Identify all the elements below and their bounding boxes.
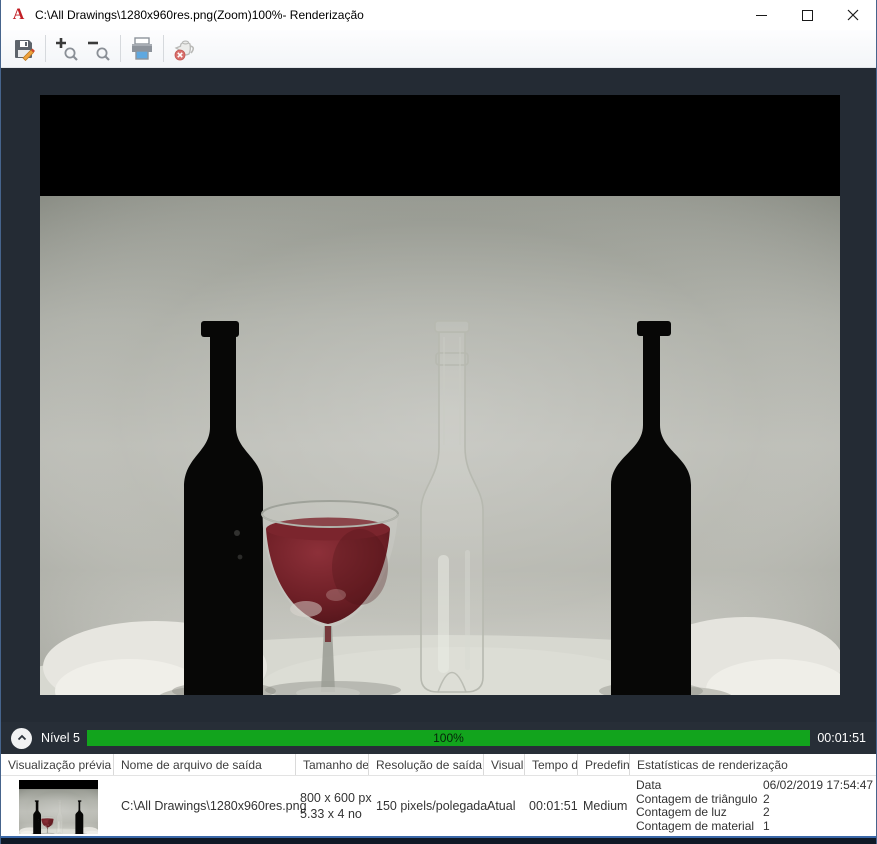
stat-row: Data 06/02/2019 17:54:47 bbox=[636, 778, 876, 793]
render-time-cell: 00:01:51 bbox=[529, 799, 578, 813]
stat-value: 06/02/2019 17:54:47 bbox=[763, 778, 874, 792]
render-thumbnail bbox=[19, 780, 98, 834]
progress-percent-label: 100% bbox=[433, 731, 464, 745]
maximize-icon bbox=[801, 9, 813, 21]
render-window: A C:\All Drawings\1280x960res.png(Zoom)1… bbox=[0, 0, 877, 844]
toolbar-separator bbox=[120, 35, 121, 62]
preview-cell bbox=[1, 776, 114, 836]
teapot-cancel-icon bbox=[174, 40, 195, 60]
stat-row: Contagem de material 1 bbox=[636, 818, 876, 834]
toolbar-separator bbox=[163, 35, 164, 62]
resolution-cell: 150 pixels/polegada bbox=[376, 799, 488, 813]
progress-strip: Nível 5 100% 00:01:51 bbox=[1, 722, 876, 754]
collapse-panel-button[interactable] bbox=[11, 727, 32, 749]
zoom-out-icon bbox=[88, 41, 110, 61]
close-button[interactable] bbox=[830, 0, 876, 30]
size-pixels: 800 x 600 px bbox=[300, 791, 372, 805]
col-header-preset[interactable]: Predefini bbox=[578, 754, 630, 775]
render-viewport[interactable] bbox=[1, 68, 876, 722]
elapsed-time-label: 00:01:51 bbox=[817, 731, 866, 745]
minimize-icon bbox=[755, 14, 767, 16]
zoom-in-button[interactable] bbox=[52, 34, 82, 64]
visual-cell: Atual bbox=[487, 799, 516, 813]
window-title: C:\All Drawings\1280x960res.png(Zoom)100… bbox=[35, 8, 364, 22]
zoom-out-button[interactable] bbox=[84, 34, 114, 64]
title-bar: A C:\All Drawings\1280x960res.png(Zoom)1… bbox=[1, 0, 876, 30]
close-icon bbox=[847, 9, 859, 21]
render-level-label: Nível 5 bbox=[41, 731, 80, 745]
cancel-render-button[interactable] bbox=[170, 34, 200, 64]
col-header-visual[interactable]: Visual bbox=[484, 754, 525, 775]
stat-row: Contagem de luz 2 bbox=[636, 805, 876, 820]
size-units: 5.33 x 4 no bbox=[300, 807, 362, 821]
toolbar-separator bbox=[45, 35, 46, 62]
autocad-app-icon[interactable]: A bbox=[10, 6, 27, 24]
stat-label: Data bbox=[636, 778, 662, 792]
col-header-statistics[interactable]: Estatísticas de renderização bbox=[630, 754, 876, 775]
col-header-filename[interactable]: Nome de arquivo de saída bbox=[114, 754, 296, 775]
col-header-size[interactable]: Tamanho de bbox=[296, 754, 369, 775]
col-header-time[interactable]: Tempo d bbox=[525, 754, 578, 775]
window-bottom-border bbox=[1, 836, 876, 844]
window-controls bbox=[738, 0, 876, 30]
statistics-cell: Data 06/02/2019 17:54:47 Contagem de tri… bbox=[630, 776, 876, 836]
stat-label: Contagem de material bbox=[636, 818, 755, 833]
stat-value: 2 bbox=[763, 805, 770, 819]
stat-label: Contagem de luz bbox=[636, 805, 727, 819]
col-header-resolution[interactable]: Resolução de saída bbox=[369, 754, 484, 775]
render-toolbar bbox=[1, 30, 876, 68]
render-history-row[interactable]: C:\All Drawings\1280x960res.png 800 x 60… bbox=[1, 776, 876, 836]
size-cell: 800 x 600 px 5.33 x 4 no bbox=[296, 776, 372, 836]
chevron-up-icon bbox=[17, 734, 26, 741]
print-button[interactable] bbox=[127, 34, 157, 64]
history-table-header: Visualização prévia Nome de arquivo de s… bbox=[1, 754, 876, 776]
minimize-button[interactable] bbox=[738, 0, 784, 30]
render-progress-bar: 100% bbox=[86, 730, 810, 746]
zoom-in-icon bbox=[56, 37, 78, 61]
rendered-image bbox=[40, 95, 840, 695]
maximize-button[interactable] bbox=[784, 0, 830, 30]
save-button[interactable] bbox=[9, 34, 39, 64]
stat-label: Contagem de triângulo bbox=[636, 791, 758, 806]
stat-value: 1 bbox=[763, 818, 770, 833]
stat-row: Contagem de triângulo 2 bbox=[636, 791, 876, 807]
filename-cell: C:\All Drawings\1280x960res.png bbox=[121, 799, 307, 813]
preset-cell: Medium bbox=[583, 799, 628, 813]
stat-value: 2 bbox=[763, 791, 770, 806]
print-icon bbox=[132, 36, 152, 60]
save-icon bbox=[15, 39, 35, 61]
col-header-preview[interactable]: Visualização prévia bbox=[1, 754, 114, 775]
